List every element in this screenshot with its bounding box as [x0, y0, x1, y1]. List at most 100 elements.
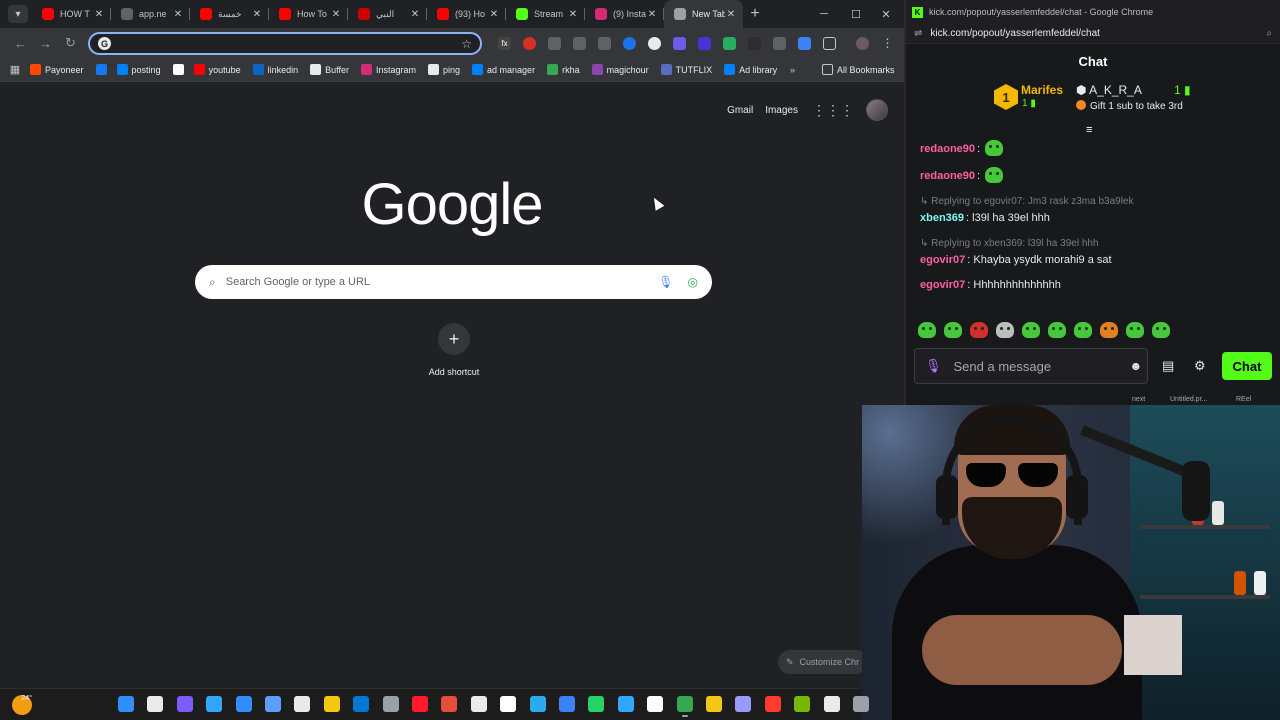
close-window-button[interactable]: ✕: [870, 0, 902, 28]
collapse-icon[interactable]: ≡: [1086, 124, 1092, 136]
store-icon[interactable]: ▤: [1162, 358, 1174, 374]
customize-chrome-button[interactable]: ✎ Customize Chr: [778, 650, 868, 674]
keyboard-icon[interactable]: [294, 696, 311, 712]
close-icon[interactable]: ✕: [725, 9, 737, 20]
bookmark-item[interactable]: youtube: [193, 64, 241, 75]
settings-icon[interactable]: [382, 696, 399, 712]
bookmark-item[interactable]: TUTFLIX: [660, 64, 712, 75]
emote-icon[interactable]: [1074, 322, 1092, 338]
task-view-icon[interactable]: [147, 696, 164, 712]
chat-username[interactable]: xben369: [920, 212, 964, 224]
bookmark-item[interactable]: [172, 64, 188, 75]
back-button[interactable]: ←: [8, 36, 33, 51]
opera-icon[interactable]: [412, 696, 428, 712]
bookmark-item[interactable]: rkha: [547, 64, 580, 75]
leader-name[interactable]: Marifes: [1021, 83, 1063, 97]
message-box[interactable]: 🎙︎ ☻: [914, 348, 1148, 384]
emote-icon[interactable]: [970, 322, 988, 338]
message-input[interactable]: [953, 358, 1130, 374]
chat-username[interactable]: egovir07: [920, 254, 965, 266]
file-explorer-icon[interactable]: [706, 696, 722, 712]
bookmark-item[interactable]: Buffer: [310, 64, 349, 75]
bookmark-item[interactable]: posting: [116, 64, 161, 75]
address-input[interactable]: [117, 36, 462, 51]
extension-red-icon[interactable]: [523, 36, 536, 50]
emoji-icon[interactable]: ☻: [1130, 359, 1143, 373]
reply-context[interactable]: ↳ Replying to egovir07: Jm3 rask z3ma b3…: [920, 194, 1266, 209]
chat-username[interactable]: redaone90: [920, 170, 975, 182]
tab-6[interactable]: Stream ✕: [506, 0, 585, 28]
extension-image-icon[interactable]: [548, 36, 561, 50]
extension-purple-icon[interactable]: [673, 36, 686, 50]
forward-button[interactable]: →: [33, 36, 58, 51]
profile-avatar-icon[interactable]: [856, 36, 869, 50]
windows-start-icon[interactable]: [118, 696, 134, 712]
extensions-puzzle-icon[interactable]: [823, 36, 836, 50]
emote-icon[interactable]: [1100, 322, 1118, 338]
app6-icon[interactable]: [764, 696, 781, 712]
mic-icon[interactable]: 🎙︎: [925, 358, 942, 374]
app3-icon[interactable]: [441, 696, 458, 712]
extension-edit-icon[interactable]: [773, 36, 786, 50]
lightroom-icon[interactable]: [206, 696, 223, 712]
apps-grid-icon[interactable]: ▦: [0, 63, 30, 76]
chat-username[interactable]: egovir07: [920, 279, 965, 291]
reload-button[interactable]: ↻: [58, 35, 83, 51]
premiere-icon[interactable]: [735, 696, 752, 712]
app-icon[interactable]: [235, 696, 252, 712]
gmail-link[interactable]: Gmail: [727, 105, 753, 116]
voice-search-icon[interactable]: 🎙︎: [658, 275, 673, 289]
maximize-button[interactable]: ☐: [840, 0, 872, 28]
photos-icon[interactable]: [617, 696, 634, 712]
send-chat-button[interactable]: Chat: [1222, 352, 1272, 380]
nvidia-icon[interactable]: [794, 696, 811, 712]
bookmark-item[interactable]: magichour: [591, 64, 649, 75]
new-tab-button[interactable]: +: [743, 5, 767, 23]
close-icon[interactable]: ✕: [251, 9, 263, 20]
bookmark-item[interactable]: [95, 64, 111, 75]
close-icon[interactable]: ✕: [172, 9, 184, 20]
bookmark-item[interactable]: Ad library: [724, 64, 777, 75]
chat-settings-icon[interactable]: ⚙: [1194, 358, 1206, 374]
app2-icon[interactable]: [265, 696, 281, 712]
close-icon[interactable]: ✕: [567, 9, 579, 20]
tiktok-icon[interactable]: [470, 696, 487, 712]
tab-3[interactable]: How To ✕: [269, 0, 348, 28]
all-bookmarks-button[interactable]: All Bookmarks: [822, 64, 895, 75]
close-icon[interactable]: ✕: [330, 9, 342, 20]
gift-sub-prompt[interactable]: Gift 1 sub to take 3rd: [1076, 100, 1183, 112]
google-apps-icon[interactable]: ⋮⋮⋮: [812, 102, 854, 119]
extension-dark-icon[interactable]: [748, 36, 761, 50]
telegram-icon[interactable]: [529, 696, 546, 712]
emote-icon[interactable]: [1022, 322, 1040, 338]
bookmark-item[interactable]: Instagram: [360, 64, 416, 75]
tab-search-icon[interactable]: ▾: [8, 5, 28, 23]
tab-7[interactable]: (9) Insta ✕: [585, 0, 664, 28]
app5-icon[interactable]: [559, 696, 575, 712]
emote-icon[interactable]: [944, 322, 962, 338]
bookmark-item[interactable]: Payoneer: [30, 64, 84, 75]
notion-icon[interactable]: [647, 696, 664, 712]
tab-1[interactable]: app.ne ✕: [111, 0, 190, 28]
bookmark-star-icon[interactable]: ☆: [461, 37, 472, 51]
omnibox[interactable]: G ☆: [88, 32, 482, 55]
bookmark-item[interactable]: ping: [428, 64, 460, 75]
emote-icon[interactable]: [1152, 322, 1170, 338]
kick-url-bar[interactable]: ⇌ kick.com/popout/yasserlemfeddel/chat ⌕: [906, 24, 1280, 44]
extension-fx-icon[interactable]: fx: [498, 36, 511, 50]
minimize-button[interactable]: ─: [808, 0, 840, 28]
app7-icon[interactable]: [823, 696, 840, 712]
close-icon[interactable]: ✕: [646, 9, 658, 20]
chrome-menu-icon[interactable]: ⋮: [881, 36, 894, 50]
chat-username[interactable]: redaone90: [920, 143, 975, 155]
app8-icon[interactable]: [853, 696, 869, 712]
app4-icon[interactable]: [500, 696, 517, 712]
emote-icon[interactable]: [1048, 322, 1066, 338]
zoom-icon[interactable]: ⌕: [1266, 28, 1272, 39]
copilot-icon[interactable]: [176, 696, 193, 712]
close-icon[interactable]: ✕: [93, 9, 105, 20]
extension-diamond-icon[interactable]: [698, 36, 711, 50]
search-box[interactable]: ⌕ 🎙︎ ◎: [195, 265, 712, 299]
second-place[interactable]: ⬢ A_K_R_A: [1076, 83, 1142, 97]
emote-icon[interactable]: [918, 322, 936, 338]
